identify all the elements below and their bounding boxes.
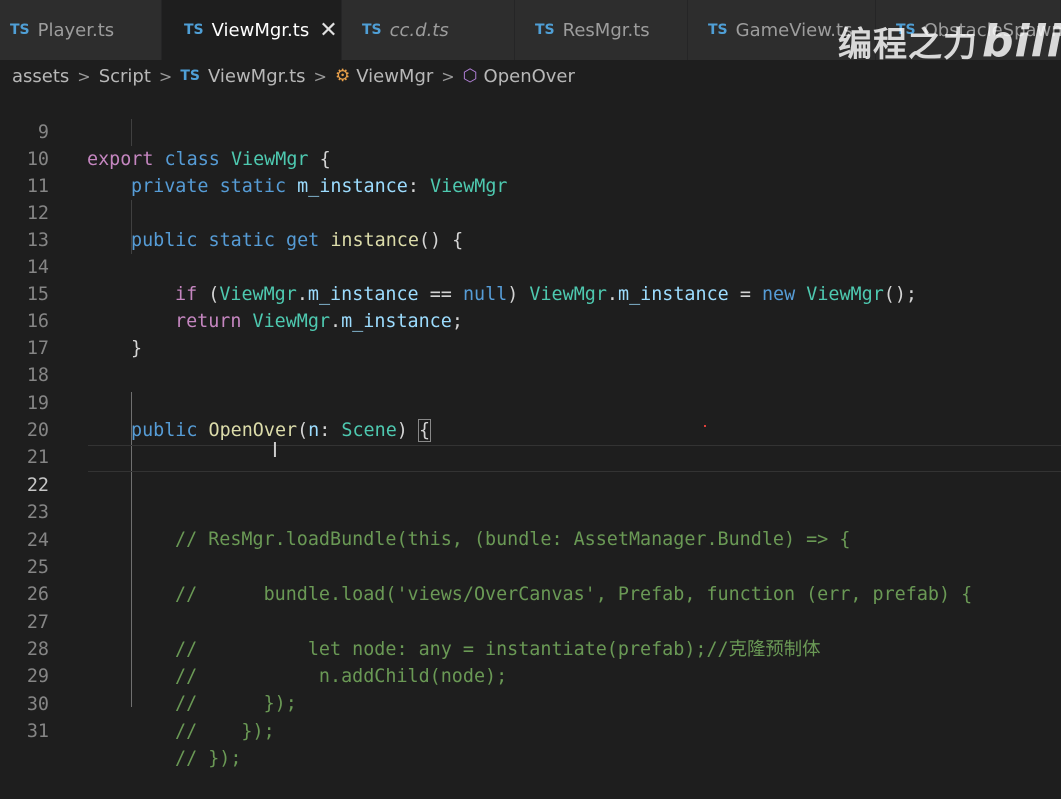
watermark-text: 编程之力 — [838, 25, 978, 65]
code-line: 9 export class ViewMgr { — [0, 92, 1061, 170]
line-number: 31 — [26, 721, 49, 742]
breadcrumb-class[interactable]: ⚙ ViewMgr — [335, 66, 433, 87]
code-line: 31 // }); — [0, 691, 1061, 769]
code-comment: // }); — [175, 721, 275, 742]
code-line: 23 // ResMgr.loadBundle(this, (bundle: A… — [0, 472, 1061, 550]
typescript-file-icon: TS — [180, 68, 200, 84]
typescript-file-icon: TS — [184, 22, 204, 38]
code-line: 14 if (ViewMgr.m_instance == null) ViewM… — [0, 227, 1061, 305]
breadcrumb-method[interactable]: ⬡ OpenOver — [463, 66, 575, 87]
code-line: 25 // bundle.load('views/OverCanvas', Pr… — [0, 527, 1061, 605]
typescript-file-icon: TS — [708, 22, 728, 38]
code-line: 10 private static m_instance: ViewMgr — [0, 119, 1061, 197]
code-line: 27 // let node: any = instantiate(prefab… — [0, 582, 1061, 660]
code-editor[interactable]: 9 export class ViewMgr { 10 private stat… — [0, 92, 1061, 769]
chevron-right-icon: > — [158, 66, 173, 86]
code-line: 17 — [0, 308, 1061, 359]
tab-player[interactable]: TS Player.ts — [0, 0, 162, 60]
code-line: 16 } — [0, 281, 1061, 359]
code-line: 18 — [0, 335, 1061, 386]
code-line: 28 // n.addChild(node); — [0, 609, 1061, 687]
breadcrumb-script[interactable]: Script — [99, 66, 151, 87]
code-line: 19 public OpenOver(n: Scene) { — [0, 363, 1061, 442]
breadcrumb-file[interactable]: TS ViewMgr.ts — [180, 66, 305, 87]
method-symbol-icon: ⬡ — [462, 66, 478, 86]
tab-label: ViewMgr.ts — [211, 19, 310, 41]
code-line: 24 — [0, 500, 1061, 551]
mouse-ibeam-cursor-icon: I — [272, 438, 278, 462]
current-line-highlight — [88, 445, 1061, 472]
code-line: 20 — [0, 390, 1061, 441]
code-line: 26 — [0, 554, 1061, 605]
breadcrumb-assets[interactable]: assets — [12, 66, 69, 87]
breadcrumb-class-label: ViewMgr — [356, 65, 434, 87]
tab-label: GameView.ts — [735, 19, 853, 41]
code-line: 21 — [0, 417, 1061, 468]
chevron-right-icon: > — [441, 66, 455, 86]
code-line: 12 public static get instance() { — [0, 173, 1061, 251]
tab-label: cc.d.ts — [389, 19, 449, 41]
code-line: 11 — [0, 146, 1061, 197]
class-symbol-icon: ⚙ — [334, 66, 351, 86]
chevron-right-icon: > — [77, 66, 91, 86]
breadcrumb-method-label: OpenOver — [483, 65, 575, 87]
code-comment: // }); — [175, 748, 242, 769]
close-icon[interactable]: ✕ — [319, 18, 337, 43]
code-line: 29 // }); — [0, 636, 1061, 714]
code-line: 13 — [0, 200, 1061, 251]
typescript-file-icon: TS — [535, 22, 555, 38]
breadcrumb: assets > Script > TS ViewMgr.ts > ⚙ View… — [0, 60, 1061, 92]
red-dot-marker — [704, 425, 706, 427]
tab-resmgr[interactable]: TS ResMgr.ts — [515, 0, 688, 60]
tab-label: Player.ts — [37, 19, 115, 41]
breadcrumb-file-label: ViewMgr.ts — [207, 65, 306, 87]
tab-viewmgr[interactable]: TS ViewMgr.ts ✕ — [162, 0, 342, 60]
chevron-right-icon: > — [313, 66, 327, 86]
code-line: 15 return ViewMgr.m_instance; — [0, 254, 1061, 332]
typescript-file-icon: TS — [10, 22, 30, 38]
typescript-file-icon: TS — [362, 22, 382, 38]
tab-cc-d[interactable]: TS cc.d.ts — [342, 0, 515, 60]
code-line: 30 // }); — [0, 664, 1061, 742]
tab-label: ResMgr.ts — [562, 19, 650, 41]
